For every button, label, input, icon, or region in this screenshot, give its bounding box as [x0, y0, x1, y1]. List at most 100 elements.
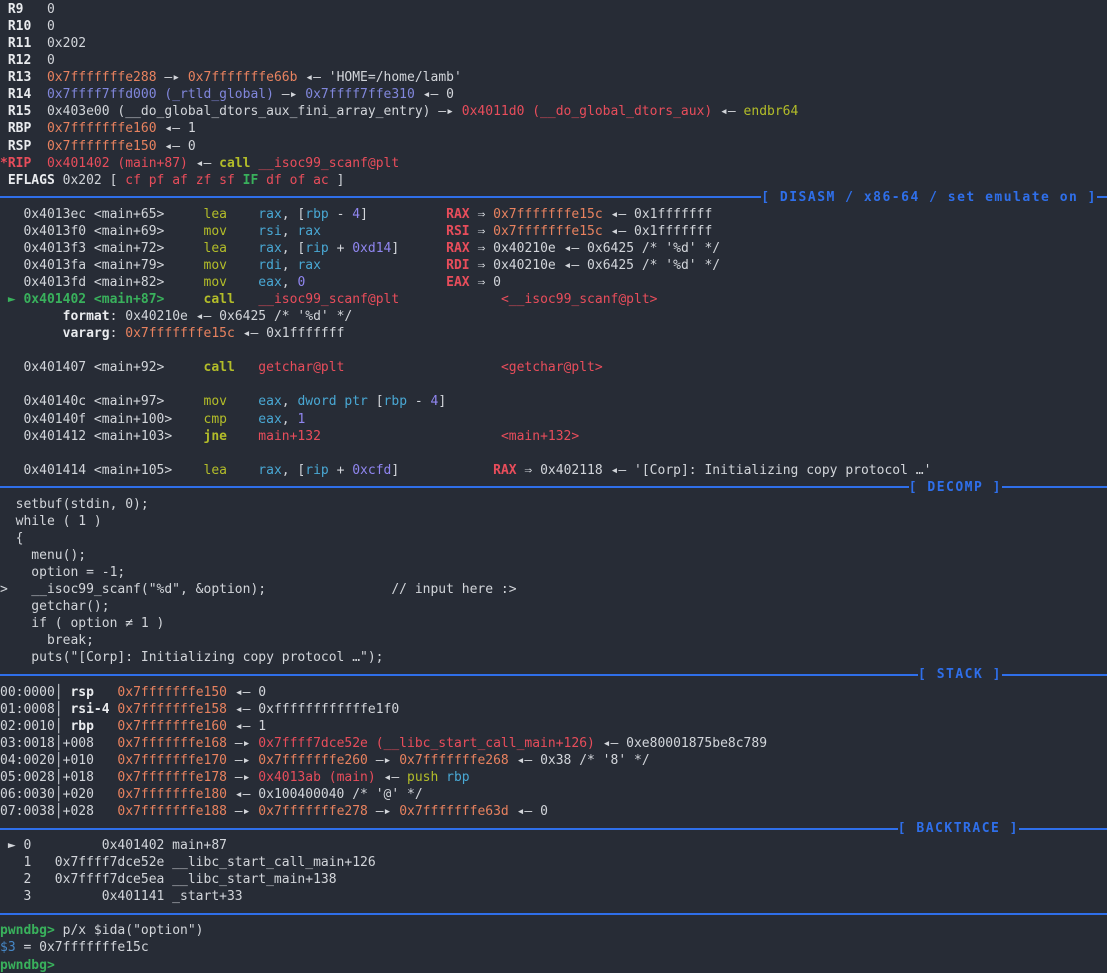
text-segment: 0x4013f3 <main+72> — [0, 241, 204, 256]
text-segment: mov — [204, 224, 227, 239]
text-segment: —▸ — [227, 736, 258, 751]
text-segment: ◂— — [712, 104, 743, 119]
disasm-section-title: [ DISASM / x86-64 / set emulate on ] — [761, 190, 1097, 205]
text-segment — [344, 360, 501, 375]
text-segment: —▸ — [227, 770, 258, 785]
separator-line — [0, 196, 761, 198]
text-segment: ◂— — [188, 156, 219, 171]
text-segment: EAX — [446, 275, 469, 290]
text-segment: , — [282, 275, 298, 290]
disasm-panel-line: vararg: 0x7fffffffe15c ◂— 0x1fffffff — [0, 325, 1107, 342]
text-segment: R13 — [0, 70, 31, 85]
text-segment — [94, 685, 117, 700]
text-segment: getchar@plt — [258, 360, 344, 375]
text-segment: ] — [438, 394, 446, 409]
text-segment: ⇒ 0x402118 ◂— '[Corp]: Initializing copy… — [517, 463, 932, 478]
text-segment: —▸ — [227, 804, 258, 819]
text-segment: puts("[Corp]: Initializing copy protocol… — [0, 650, 384, 665]
text-segment: 0x7ffff7ffe310 — [305, 87, 415, 102]
text-segment — [227, 275, 258, 290]
pwndbg-terminal: R9 0 R10 0 R11 0x202 R12 0 R13 0x7ffffff… — [0, 1, 1107, 973]
text-segment: 0x7fffffffe160 — [47, 121, 157, 136]
text-segment: 0x4013f0 <main+69> — [0, 224, 204, 239]
text-segment: cf pf af zf sf — [125, 173, 235, 188]
text-segment: ◂— 'HOME=/home/lamb' — [297, 70, 461, 85]
text-segment: while ( 1 ) — [0, 514, 102, 529]
registers-panel-line: R12 0 — [0, 52, 1107, 69]
text-segment: , [ — [282, 463, 305, 478]
text-segment: 1 0x7ffff7dce52e __libc_start_call_main+… — [0, 855, 376, 870]
text-segment — [321, 258, 446, 273]
registers-panel-line: R11 0x202 — [0, 35, 1107, 52]
text-segment: R9 — [0, 2, 23, 17]
text-segment: ◂— 0 — [509, 804, 548, 819]
text-segment: RBP — [0, 121, 31, 136]
text-segment — [0, 326, 63, 341]
disasm-panel-line — [0, 342, 1107, 359]
prompt-area[interactable]: pwndbg> p/x $ida("option")$3 = 0x7ffffff… — [0, 922, 1107, 973]
text-segment: 0 — [31, 19, 54, 34]
stack-panel-line: 01:0008│ rsi-4 0x7fffffffe158 ◂— 0xfffff… — [0, 701, 1107, 718]
text-segment: ⇒ 0 — [470, 275, 501, 290]
text-segment: 06:0030│+020 — [0, 787, 117, 802]
text-segment: ◂— 0 — [157, 139, 196, 154]
text-segment — [227, 224, 258, 239]
text-segment — [94, 719, 117, 734]
text-segment: , — [282, 394, 298, 409]
text-segment: 0x7fffffffe188 — [117, 804, 227, 819]
text-segment: __isoc99_scanf@plt — [258, 292, 399, 307]
text-segment: R15 — [0, 104, 31, 119]
text-segment: rsi — [258, 224, 281, 239]
text-segment: 07:0038│+028 — [0, 804, 117, 819]
registers-panel-line: R10 0 — [0, 18, 1107, 35]
text-segment: ⇒ 0x40210e ◂— 0x6425 /* '%d' */ — [470, 258, 720, 273]
text-segment: 0x7fffffffe15c — [493, 224, 603, 239]
text-segment: pwndbg> — [0, 923, 55, 938]
text-segment: , [ — [282, 207, 305, 222]
text-segment: , — [282, 258, 298, 273]
text-segment: pwndbg> — [0, 958, 55, 973]
text-segment: ◂— 0xffffffffffffe1f0 — [227, 702, 399, 717]
text-segment — [258, 173, 266, 188]
text-segment: —▸ — [227, 753, 258, 768]
text-segment — [399, 292, 501, 307]
text-segment: ] — [391, 463, 493, 478]
decomp-panel-line: menu(); — [0, 547, 1107, 564]
text-segment: 1 — [297, 412, 305, 427]
disasm-panel: 0x4013ec <main+65> lea rax, [rbp - 4] RA… — [0, 206, 1107, 479]
text-segment: format — [63, 309, 110, 324]
text-segment: : — [110, 326, 126, 341]
text-segment — [31, 139, 47, 154]
text-segment: ⇒ — [470, 207, 493, 222]
text-segment: rax — [297, 258, 320, 273]
text-segment: rbp — [446, 770, 469, 785]
text-segment: 0x401414 <main+105> — [0, 463, 204, 478]
text-segment: RAX — [446, 207, 469, 222]
disasm-panel-line — [0, 376, 1107, 393]
text-segment: ] — [360, 207, 446, 222]
separator-line — [0, 486, 909, 488]
text-segment: call — [204, 360, 235, 375]
text-segment: dword ptr — [297, 394, 367, 409]
disasm-panel-line: 0x40140c <main+97> mov eax, dword ptr [r… — [0, 393, 1107, 410]
text-segment: 0x7fffffffe63d — [399, 804, 509, 819]
text-segment: ◂— — [376, 770, 407, 785]
text-segment — [227, 429, 258, 444]
text-segment: ] — [391, 241, 446, 256]
text-segment: , — [282, 412, 298, 427]
decomp-panel-line: { — [0, 530, 1107, 547]
text-segment: *RIP — [0, 156, 31, 171]
text-segment: EFLAGS — [0, 173, 55, 188]
text-segment: rdi — [258, 258, 281, 273]
text-segment: getchar(); — [0, 599, 110, 614]
text-segment: 0x7fffffffe168 — [117, 736, 227, 751]
stack-panel-line: 00:0000│ rsp 0x7fffffffe150 ◂— 0 — [0, 684, 1107, 701]
backtrace-panel: ► 0 0x401402 main+87 1 0x7ffff7dce52e __… — [0, 837, 1107, 905]
bottom-separator — [0, 905, 1107, 922]
text-segment: main+132 — [258, 429, 321, 444]
text-segment — [227, 258, 258, 273]
text-segment — [227, 412, 258, 427]
decomp-panel-line: getchar(); — [0, 598, 1107, 615]
text-segment: 0x403e00 (__do_global_dtors_aux_fini_arr… — [31, 104, 461, 119]
text-segment: rsi-4 — [70, 702, 109, 717]
